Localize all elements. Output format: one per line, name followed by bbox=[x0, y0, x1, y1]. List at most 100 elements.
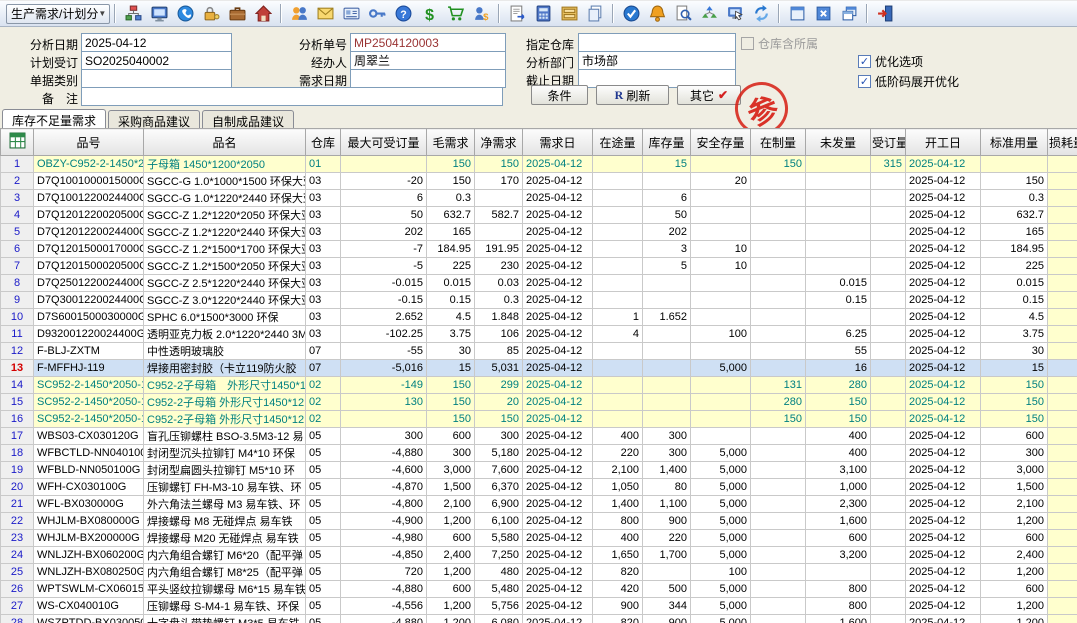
table-cell[interactable]: 225 bbox=[981, 258, 1048, 275]
table-cell[interactable] bbox=[643, 377, 691, 394]
table-cell[interactable]: 2025-04-12 bbox=[906, 292, 981, 309]
table-cell[interactable] bbox=[751, 530, 806, 547]
row-number[interactable]: 18 bbox=[1, 445, 34, 462]
table-cell[interactable]: 3,000 bbox=[427, 462, 475, 479]
table-cell[interactable]: 600 bbox=[981, 530, 1048, 547]
table-cell[interactable]: 20 bbox=[475, 394, 523, 411]
table-cell[interactable] bbox=[751, 173, 806, 190]
table-cell[interactable]: 165 bbox=[427, 224, 475, 241]
table-cell[interactable]: C952-2子母箱 外形尺寸1450*12 bbox=[144, 394, 306, 411]
table-cell[interactable] bbox=[871, 530, 906, 547]
table-cell[interactable]: SC952-2-1450*2050-1 bbox=[34, 377, 144, 394]
table-cell[interactable] bbox=[1048, 258, 1077, 275]
table-cell[interactable]: 10 bbox=[691, 258, 751, 275]
col-header-3[interactable]: 仓库 bbox=[306, 129, 341, 156]
table-cell[interactable]: 600 bbox=[981, 428, 1048, 445]
table-cell[interactable]: 16 bbox=[806, 360, 871, 377]
table-cell[interactable]: 07 bbox=[306, 360, 341, 377]
table-cell[interactable]: 7,250 bbox=[475, 547, 523, 564]
table-cell[interactable]: 900 bbox=[643, 513, 691, 530]
cart-icon[interactable] bbox=[442, 2, 468, 25]
monitor-icon[interactable] bbox=[146, 2, 172, 25]
lock-key-icon[interactable] bbox=[198, 2, 224, 25]
table-cell[interactable]: WNLJZH-BX080250G bbox=[34, 564, 144, 581]
table-cell[interactable]: 7,600 bbox=[475, 462, 523, 479]
table-cell[interactable] bbox=[593, 360, 643, 377]
table-cell[interactable]: 2025-04-12 bbox=[523, 224, 593, 241]
table-cell[interactable]: 600 bbox=[427, 428, 475, 445]
table-cell[interactable]: 150 bbox=[427, 394, 475, 411]
table-cell[interactable]: 2025-04-12 bbox=[523, 479, 593, 496]
table-cell[interactable]: 2025-04-12 bbox=[906, 241, 981, 258]
table-cell[interactable]: 0.15 bbox=[806, 292, 871, 309]
row-number[interactable]: 23 bbox=[1, 530, 34, 547]
table-cell[interactable]: 2025-04-12 bbox=[906, 428, 981, 445]
row-number[interactable]: 1 bbox=[1, 156, 34, 173]
table-cell[interactable]: 600 bbox=[427, 581, 475, 598]
table-cell[interactable] bbox=[643, 564, 691, 581]
table-cell[interactable]: 100 bbox=[691, 564, 751, 581]
table-cell[interactable]: 05 bbox=[306, 547, 341, 564]
table-cell[interactable]: 5,000 bbox=[691, 581, 751, 598]
col-header-2[interactable]: 品名 bbox=[144, 129, 306, 156]
table-row[interactable]: 5D7Q1201220024400GSGCC-Z 1.2*1220*2440 环… bbox=[1, 224, 1077, 241]
table-cell[interactable]: 1,200 bbox=[981, 598, 1048, 615]
col-header-16[interactable]: 损耗量 bbox=[1048, 129, 1077, 156]
table-cell[interactable]: -5,016 bbox=[341, 360, 427, 377]
table-cell[interactable]: WSZPTDD-BX030050G bbox=[34, 615, 144, 623]
table-cell[interactable]: 2025-04-12 bbox=[523, 547, 593, 564]
table-cell[interactable]: -4,880 bbox=[341, 581, 427, 598]
table-cell[interactable] bbox=[806, 224, 871, 241]
table-cell[interactable]: WFH-CX030100G bbox=[34, 479, 144, 496]
col-header-15[interactable]: 标准用量 bbox=[981, 129, 1048, 156]
table-cell[interactable]: 03 bbox=[306, 326, 341, 343]
table-cell[interactable]: 3,200 bbox=[806, 547, 871, 564]
table-cell[interactable]: 2025-04-12 bbox=[523, 445, 593, 462]
table-cell[interactable]: SGCC-Z 2.5*1220*2440 环保大亚 bbox=[144, 275, 306, 292]
table-cell[interactable] bbox=[871, 224, 906, 241]
table-cell[interactable] bbox=[593, 377, 643, 394]
table-cell[interactable]: 2025-04-12 bbox=[906, 224, 981, 241]
table-cell[interactable]: 50 bbox=[643, 207, 691, 224]
table-cell[interactable] bbox=[751, 207, 806, 224]
table-cell[interactable]: D7Q1201220020500G bbox=[34, 207, 144, 224]
table-cell[interactable] bbox=[751, 275, 806, 292]
table-cell[interactable]: 1,600 bbox=[806, 513, 871, 530]
table-cell[interactable]: OBZY-C952-2-1450*20 bbox=[34, 156, 144, 173]
excel-export-icon[interactable] bbox=[1, 129, 34, 156]
table-row[interactable]: 15SC952-2-1450*2050-1C952-2子母箱 外形尺寸1450*… bbox=[1, 394, 1077, 411]
archive-icon[interactable] bbox=[556, 2, 582, 25]
table-cell[interactable] bbox=[1048, 156, 1077, 173]
table-row[interactable]: 27WS-CX040010G压铆螺母 S-M4-1 易车铁、环保05-4,556… bbox=[1, 598, 1077, 615]
table-cell[interactable]: WFBCTLD-NN040100G bbox=[34, 445, 144, 462]
table-cell[interactable]: D7Q1201220024400G bbox=[34, 224, 144, 241]
col-header-7[interactable]: 需求日 bbox=[523, 129, 593, 156]
table-cell[interactable] bbox=[871, 207, 906, 224]
table-cell[interactable]: 150 bbox=[806, 394, 871, 411]
table-cell[interactable]: 4.5 bbox=[981, 309, 1048, 326]
table-row[interactable]: 21WFL-BX030000G外六角法兰螺母 M3 易车铁、环05-4,8002… bbox=[1, 496, 1077, 513]
table-cell[interactable]: 03 bbox=[306, 241, 341, 258]
row-number[interactable]: 5 bbox=[1, 224, 34, 241]
table-cell[interactable]: 2025-04-12 bbox=[906, 462, 981, 479]
table-cell[interactable]: 150 bbox=[981, 411, 1048, 428]
table-cell[interactable] bbox=[691, 156, 751, 173]
table-cell[interactable] bbox=[751, 496, 806, 513]
table-cell[interactable]: -4,850 bbox=[341, 547, 427, 564]
table-cell[interactable] bbox=[593, 207, 643, 224]
table-cell[interactable]: 1,200 bbox=[427, 513, 475, 530]
row-number[interactable]: 27 bbox=[1, 598, 34, 615]
table-cell[interactable]: 5,000 bbox=[691, 445, 751, 462]
table-cell[interactable] bbox=[643, 360, 691, 377]
table-cell[interactable]: 6,100 bbox=[475, 513, 523, 530]
table-cell[interactable]: 3.75 bbox=[981, 326, 1048, 343]
table-cell[interactable]: 5,000 bbox=[691, 479, 751, 496]
table-cell[interactable]: 55 bbox=[806, 343, 871, 360]
table-cell[interactable]: 150 bbox=[981, 394, 1048, 411]
table-cell[interactable]: 500 bbox=[643, 581, 691, 598]
row-number[interactable]: 3 bbox=[1, 190, 34, 207]
table-cell[interactable]: 400 bbox=[806, 445, 871, 462]
table-cell[interactable]: 2025-04-12 bbox=[523, 156, 593, 173]
table-cell[interactable]: 3,000 bbox=[981, 462, 1048, 479]
table-cell[interactable]: 300 bbox=[981, 445, 1048, 462]
